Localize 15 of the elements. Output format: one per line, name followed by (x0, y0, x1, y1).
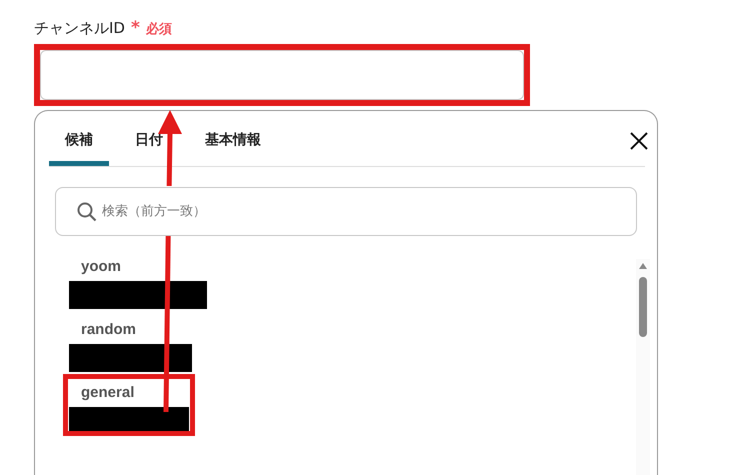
tab[interactable]: 基本情報 (189, 131, 277, 166)
required-mark: * (130, 18, 140, 38)
scrollbar[interactable] (636, 259, 650, 475)
channel-name[interactable]: general (81, 384, 209, 404)
close-icon[interactable] (629, 131, 649, 151)
channel-id-field[interactable] (40, 50, 524, 100)
channel-name[interactable]: yoom (81, 258, 209, 278)
channel-name[interactable]: random (81, 321, 209, 341)
tab[interactable]: 日付 (119, 131, 179, 166)
search-field[interactable]: 検索（前方一致） (55, 187, 637, 236)
field-label: チャンネルID (34, 19, 125, 38)
required-label: 必須 (146, 20, 172, 38)
scroll-up-icon[interactable] (638, 262, 648, 270)
tab[interactable]: 候補 (49, 131, 109, 166)
scrollbar-thumb[interactable] (639, 277, 647, 337)
